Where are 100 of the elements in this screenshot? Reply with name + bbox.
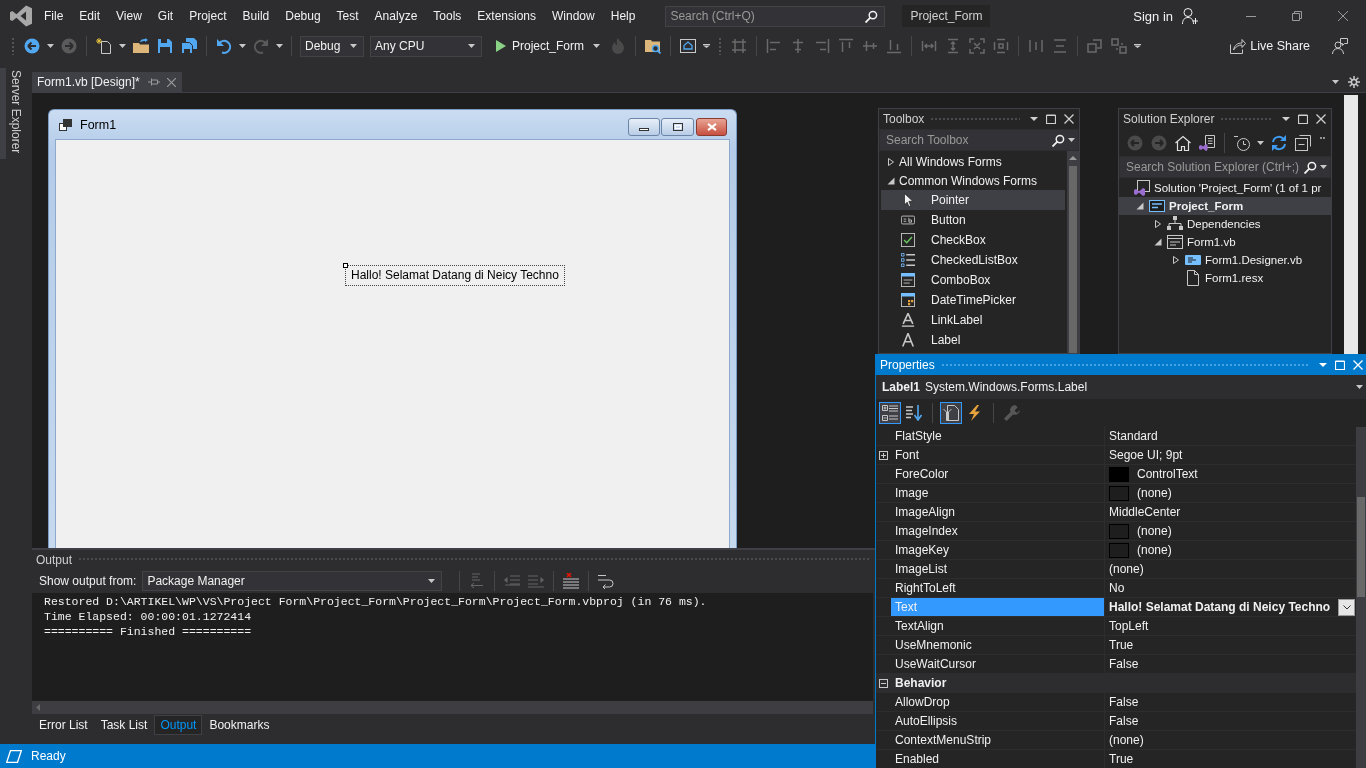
undo-icon[interactable] [216,38,232,54]
menu-item[interactable]: Git [149,6,182,26]
dropdown-button[interactable] [1338,598,1355,616]
close-icon[interactable] [1316,114,1326,124]
property-name[interactable]: AllowDrop [891,693,1105,711]
align-middle-icon[interactable] [862,38,879,54]
align-bottom-icon[interactable] [886,38,903,54]
property-value[interactable]: ControlText [1137,467,1198,481]
caret-icon[interactable] [119,44,126,48]
start-button[interactable]: Project_Form [493,35,607,57]
expander-icon[interactable] [887,157,895,166]
property-value[interactable]: Segoe UI; 9pt [1109,448,1183,462]
collapse-all-icon[interactable] [1295,134,1311,151]
property-value[interactable]: True [1109,752,1134,766]
property-name[interactable]: UseWaitCursor [891,655,1105,673]
save-icon[interactable] [157,38,173,54]
property-name[interactable]: ForeColor [891,465,1105,483]
property-name[interactable]: Image [891,484,1105,502]
toolbox-item[interactable]: LinkLabel [881,310,1065,330]
property-name[interactable]: ContextMenuStrip [891,731,1105,749]
property-name[interactable]: Enabled [891,750,1105,768]
scroll-up-icon[interactable] [1069,156,1077,160]
tree-item[interactable]: Project_Form [1119,197,1331,215]
property-value[interactable]: (none) [1137,486,1172,500]
menu-item[interactable]: Tools [425,6,470,26]
expand-icon[interactable] [879,450,888,460]
menu-item[interactable]: Extensions [469,6,545,26]
pin-icon[interactable] [147,78,160,86]
caret-icon[interactable] [239,44,246,48]
close-button[interactable] [696,117,727,136]
add-user-icon[interactable] [1182,8,1198,24]
search-field[interactable]: Search (Ctrl+Q) [665,5,886,27]
search-field[interactable]: Search Solution Explorer (Ctrl+;) [1119,156,1331,178]
resize-handle[interactable] [343,263,348,268]
minimize-button[interactable] [628,117,660,136]
menu-item[interactable]: Test [328,6,367,26]
same-width-icon[interactable] [921,38,938,54]
property-name[interactable]: TextAlign [891,617,1105,635]
caret-icon[interactable] [47,44,54,48]
clear-all-icon[interactable] [563,573,580,589]
search-icon[interactable] [1304,160,1317,174]
menu-item[interactable]: Analyze [366,6,426,26]
toolbox-group[interactable]: All Windows Forms [879,152,1067,171]
view-toggle-button[interactable] [879,402,901,424]
property-name[interactable]: ImageList [891,560,1105,578]
maximize-button[interactable] [661,117,694,136]
align-top-icon[interactable] [838,38,855,54]
property-value[interactable]: False [1109,695,1139,709]
open-folder-icon[interactable] [133,38,149,54]
property-value[interactable]: False [1109,657,1139,671]
property-value[interactable]: (none) [1137,524,1172,538]
tree-item[interactable]: Form1.resx [1119,269,1331,287]
property-value[interactable]: MiddleCenter [1109,505,1181,519]
expander-icon[interactable] [1154,238,1162,246]
dropdown-icon[interactable] [1319,363,1327,367]
toolbox-group[interactable]: Common Windows Forms [879,171,1067,190]
align-right-icon[interactable] [814,38,831,54]
caret-icon[interactable] [1257,140,1264,145]
tree-item[interactable]: Form1.vb [1119,233,1331,251]
toolbox-item[interactable]: Label [881,330,1065,350]
caret-icon[interactable] [1356,385,1363,389]
overflow-icon[interactable] [703,44,711,48]
find-in-files-icon[interactable] [645,38,662,54]
dropdown-icon[interactable] [1030,117,1038,121]
configuration-dropdown[interactable]: Debug [300,35,364,57]
menu-item[interactable]: Project [181,6,235,26]
property-value[interactable]: (none) [1137,543,1172,557]
back-icon[interactable] [24,38,40,54]
caret-icon[interactable] [276,44,283,48]
property-name[interactable]: AutoEllipsis [891,712,1105,730]
property-value[interactable]: (none) [1109,733,1144,747]
vertical-scrollbar[interactable] [1356,427,1366,768]
property-value[interactable]: False [1109,714,1139,728]
horizontal-scrollbar[interactable] [32,701,873,714]
view-toggle-button[interactable] [940,402,962,424]
search-input[interactable]: Search (Ctrl+Q) [666,6,866,26]
dropdown-icon[interactable] [1282,117,1290,121]
close-icon[interactable] [1064,114,1074,124]
panel-tab[interactable]: Task List [94,715,154,735]
expander-icon[interactable] [1136,202,1144,210]
feedback-icon[interactable] [1332,38,1348,54]
sign-in-link[interactable]: Sign in [1133,8,1173,24]
property-value[interactable]: Standard [1109,429,1158,443]
property-name[interactable]: UseMnemonic [891,636,1105,654]
toolbox-item[interactable]: CheckedListBox [881,250,1065,270]
search-input[interactable]: Search Toolbox [880,130,1052,150]
menu-item[interactable]: Window [544,6,603,26]
toolbox-item[interactable]: Pointer [881,190,1065,210]
search-field[interactable]: Search Toolbox [879,129,1079,151]
sync-icon[interactable] [1271,134,1287,151]
expander-icon[interactable] [887,176,895,185]
vertical-scrollbar[interactable] [1067,151,1079,353]
maximize-icon[interactable] [1298,114,1308,124]
search-input[interactable]: Search Solution Explorer (Ctrl+;) [1120,157,1304,177]
menu-item[interactable]: View [108,6,150,26]
output-text-area[interactable]: Restored D:\ARTIKEL\WP\VS\Project Form\Project_Form\Project_Form\Project_Form.vbproj (in 76 ms). Time Elapsed: 00:00:01.1272414 ========== Finished ========== [32,593,873,701]
caret-icon[interactable] [1332,80,1339,84]
tree-item[interactable]: Solution 'Project_Form' (1 of 1 pr [1119,179,1331,197]
toolbox-item[interactable]: Button [881,210,1065,230]
menu-item[interactable]: Build [234,6,278,26]
